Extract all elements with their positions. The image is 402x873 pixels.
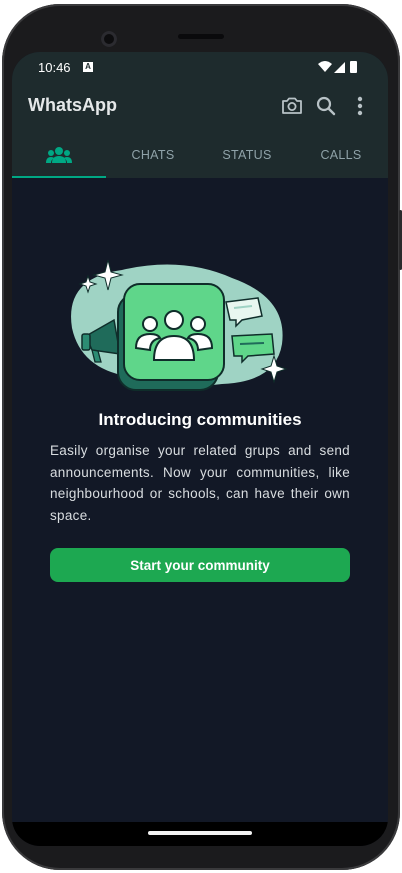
- intro-description: Easily organise your related grups and s…: [50, 443, 350, 523]
- earpiece-speaker: [178, 34, 224, 39]
- battery-icon: [350, 61, 357, 73]
- tab-chats[interactable]: CHATS: [106, 132, 200, 178]
- status-icons: [318, 61, 357, 73]
- system-nav-bar: [12, 822, 388, 846]
- communities-intro: Introducing communities Easily organise …: [12, 178, 388, 846]
- tab-bar: CHATS STATUS CALLS: [12, 132, 388, 178]
- start-community-button[interactable]: Start your community: [50, 548, 350, 582]
- camera-icon[interactable]: [280, 94, 304, 118]
- tab-status[interactable]: STATUS: [200, 132, 294, 178]
- home-gesture-pill[interactable]: [148, 831, 252, 835]
- status-bar: 10:46 A: [12, 52, 388, 82]
- app-bar: WhatsApp CHATS STATUS CALLS: [12, 82, 388, 178]
- intro-headline: Introducing communities: [98, 410, 302, 429]
- search-icon[interactable]: [314, 94, 338, 118]
- app-title: WhatsApp: [28, 95, 117, 115]
- screen: 10:46 A WhatsApp CHATS STATUS CALLS Intr…: [12, 52, 388, 846]
- notification-icon: A: [83, 62, 93, 72]
- tab-communities[interactable]: [12, 132, 106, 178]
- tab-calls[interactable]: CALLS: [294, 132, 388, 178]
- communities-icon: [46, 147, 72, 163]
- front-camera: [101, 31, 117, 47]
- more-vert-icon[interactable]: [348, 94, 372, 118]
- signal-icon: [334, 62, 345, 73]
- wifi-icon: [318, 61, 332, 72]
- communities-illustration: [71, 259, 288, 391]
- status-time: 10:46: [38, 60, 71, 75]
